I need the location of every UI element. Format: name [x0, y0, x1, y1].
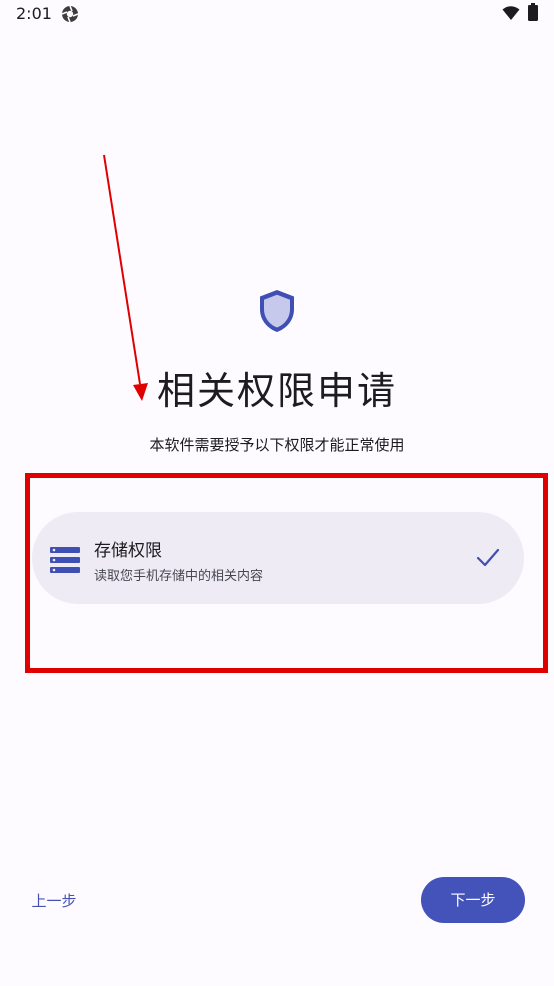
battery-icon — [528, 3, 538, 21]
status-time: 2:01 — [16, 4, 52, 23]
page-subtitle: 本软件需要授予以下权限才能正常使用 — [149, 436, 405, 454]
page-title: 相关权限申请 — [156, 369, 397, 413]
wifi-icon — [502, 6, 520, 20]
shield-icon — [260, 290, 294, 332]
prev-step-button[interactable]: 上一步 — [18, 882, 90, 920]
storage-icon — [50, 547, 80, 573]
permission-title: 存储权限 — [94, 541, 162, 561]
next-step-button[interactable]: 下一步 — [421, 877, 525, 923]
aperture-icon — [61, 5, 79, 23]
permission-item-storage[interactable]: 存储权限 读取您手机存储中的相关内容 — [32, 512, 524, 604]
status-bar: 2:01 — [0, 0, 554, 30]
permission-description: 读取您手机存储中的相关内容 — [94, 569, 264, 584]
check-icon — [476, 548, 500, 567]
